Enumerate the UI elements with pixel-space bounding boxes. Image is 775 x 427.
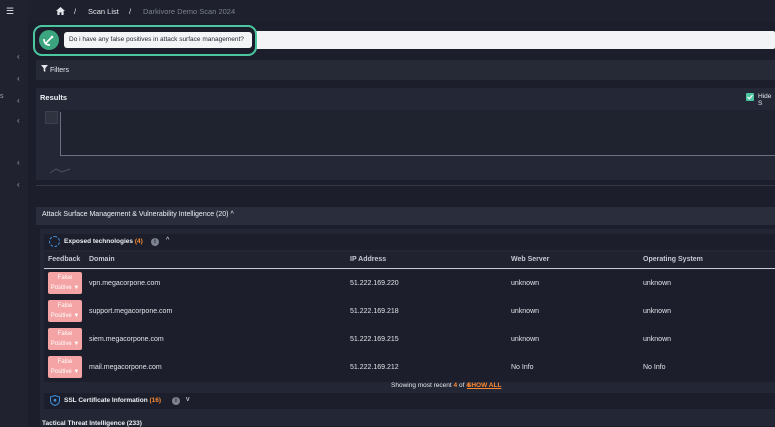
column-header-feedback[interactable]: Feedback [48,256,80,263]
cell-domain: siem.megacorpone.com [89,336,164,343]
cell-domain: mail.megacorpone.com [89,364,162,371]
cell-os: unknown [643,308,672,315]
asm-section-title[interactable]: Attack Surface Management & Vulnerabilit… [42,211,234,218]
false-positive-button[interactable]: False Positive ▼ [48,272,82,294]
sidebar-chevron-icon[interactable]: ‹ [17,180,20,189]
column-header-web-server[interactable]: Web Server [511,256,549,263]
filters-bar[interactable] [36,60,775,80]
filters-toggle[interactable]: Filters [41,65,69,74]
show-all-link[interactable]: SHOW ALL [467,382,501,389]
column-header-ip[interactable]: IP Address [350,256,386,263]
chat-message: Do i have any false positives in attack … [64,32,252,48]
sidebar-chevron-icon[interactable]: ‹ [17,116,20,125]
left-sidebar [0,0,28,426]
cell-os: unknown [643,280,672,287]
filters-label: Filters [49,67,70,74]
false-positive-button[interactable]: False Positive ▼ [48,328,82,350]
exposed-count: (4) [134,238,143,245]
cell-os: No Info [643,364,666,371]
cell-web-server: unknown [511,308,540,315]
hide-label: Hide S [758,93,772,107]
home-icon[interactable] [56,7,65,17]
sidebar-item-label[interactable]: s [0,93,4,100]
section-divider [36,185,775,186]
breadcrumb-separator: / [129,7,132,16]
false-positive-button[interactable]: False Positive ▼ [48,356,82,378]
cell-ip: 51.222.169.215 [350,336,399,343]
check-icon [747,94,753,100]
chart-legend-swatch [45,111,58,124]
satellite-dish-icon [39,30,59,50]
column-header-domain[interactable]: Domain [89,256,115,263]
sidebar-chevron-icon[interactable]: ‹ [17,52,20,61]
false-positive-button[interactable]: False Positive ▼ [48,300,82,322]
chevron-down-icon[interactable]: v [186,396,190,403]
menu-icon[interactable]: ☰ [6,6,14,17]
cell-domain: support.megacorpone.com [89,308,173,315]
results-chart-area [60,110,775,156]
sidebar-chevron-icon[interactable]: ‹ [17,74,20,83]
column-header-os[interactable]: Operating System [643,256,703,263]
sidebar-chevron-icon[interactable]: ‹ [17,158,20,167]
cell-ip: 51.222.169.220 [350,280,399,287]
chevron-up-icon[interactable]: ^ [230,211,233,218]
showing-summary: Showing most recent 4 of 4 [391,382,470,389]
cell-web-server: unknown [511,336,540,343]
ssl-count: (16) [149,397,162,404]
chart-mini-icon [50,168,70,174]
cell-web-server: unknown [511,280,540,287]
breadcrumb-scan-list[interactable]: Scan List [88,7,119,16]
breadcrumb-separator: / [74,7,77,16]
info-icon[interactable]: i [172,397,180,405]
filter-icon [41,65,48,72]
shield-icon [50,395,60,406]
ssl-section-title[interactable]: SSL Certificate Information (16) [64,397,161,404]
cell-ip: 51.222.169.218 [350,308,399,315]
top-bar [28,0,775,22]
cell-ip: 51.222.169.212 [350,364,399,371]
table-header-rule [44,268,775,269]
spinner-icon [49,236,60,247]
chart-x-axis [60,155,775,156]
hide-checkbox[interactable] [746,93,754,101]
info-icon[interactable]: i [151,238,159,246]
cell-web-server: No Info [511,364,534,371]
cell-domain: vpn.megacorpone.com [89,280,161,287]
cell-os: unknown [643,336,672,343]
breadcrumb-current: Darkivore Demo Scan 2024 [143,7,236,16]
sidebar-chevron-icon[interactable]: ‹ [17,96,20,105]
chevron-up-icon[interactable]: ^ [166,237,169,244]
chart-y-axis [60,112,61,156]
results-title: Results [40,93,68,102]
exposed-technologies-title[interactable]: Exposed technologies (4) [64,238,143,245]
